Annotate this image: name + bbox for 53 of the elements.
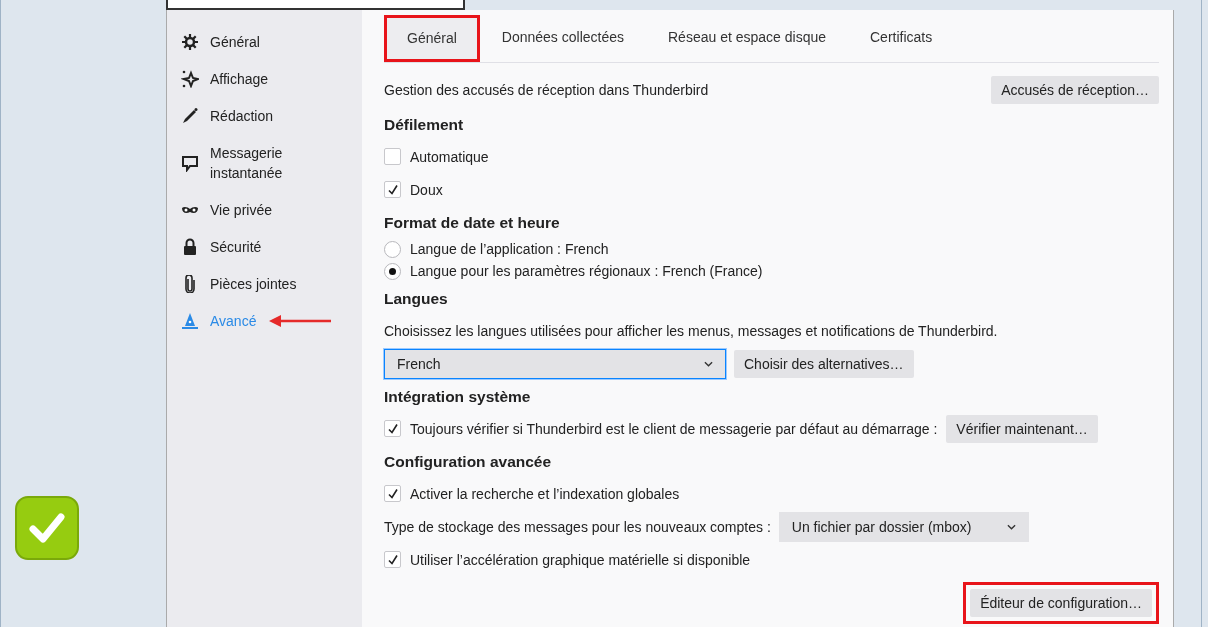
- radio-button[interactable]: [384, 240, 401, 258]
- sidebar-item[interactable]: Affichage: [181, 69, 305, 89]
- checkmark-icon: [387, 184, 398, 195]
- checkbox-label: Utiliser l’accélération graphique matérielle si disponible: [410, 551, 751, 568]
- gear-icon: [181, 33, 199, 51]
- section-heading: Langues: [384, 289, 449, 309]
- sparkle-icon: [181, 70, 199, 88]
- check-badge-icon: [15, 496, 79, 560]
- sidebar-item[interactable]: Sécurité: [181, 237, 305, 257]
- padlock-icon: [181, 238, 199, 256]
- checkbox-label: Automatique: [410, 148, 489, 165]
- tab[interactable]: Certificats: [848, 15, 955, 62]
- checkbox[interactable]: [384, 420, 401, 437]
- checkbox[interactable]: [384, 181, 401, 198]
- sidebar-item[interactable]: Rédaction: [181, 106, 305, 126]
- section-heading: Configuration avancée: [384, 452, 553, 472]
- checkbox-label: Doux: [410, 181, 443, 198]
- sidebar-item[interactable]: Messagerie instantanée: [181, 143, 305, 183]
- speech-bubble-icon: [181, 154, 199, 172]
- pencil-icon: [181, 107, 199, 125]
- section-heading: Défilement: [384, 115, 465, 135]
- description-text: Choisissez les langues utilisées pour afficher les menus, messages et notifications de Thunderbird.: [384, 322, 998, 339]
- checkmark-icon: [387, 554, 398, 565]
- section-heading: Intégration système: [384, 387, 532, 407]
- chevron-down-icon: [1006, 523, 1016, 530]
- description-text: Gestion des accusés de réception dans Thunderbird: [384, 81, 709, 98]
- mask-icon: [181, 205, 199, 215]
- sidebar-item[interactable]: Vie privée: [181, 200, 305, 220]
- storage-type-dropdown[interactable]: Un fichier par dossier (mbox): [778, 511, 1029, 542]
- receipts-button[interactable]: Accusés de réception…: [991, 75, 1159, 104]
- radio-button[interactable]: [384, 262, 401, 280]
- checkbox-label: Activer la recherche et l’indexation globales: [410, 485, 680, 502]
- sidebar-item[interactable]: Pièces jointes: [181, 274, 305, 294]
- wizard-hat-icon: [181, 312, 199, 330]
- tab[interactable]: Général: [384, 15, 480, 62]
- checkmark-icon: [387, 488, 398, 499]
- checkbox[interactable]: [384, 551, 401, 568]
- language-dropdown[interactable]: French: [384, 348, 726, 379]
- checkmark-icon: [387, 423, 398, 434]
- tab[interactable]: Réseau et espace disque: [646, 15, 848, 62]
- check-now-button[interactable]: Vérifier maintenant…: [946, 414, 1098, 443]
- checkbox[interactable]: [384, 485, 401, 502]
- sidebar-item[interactable]: Général: [181, 32, 305, 52]
- alternatives-button[interactable]: Choisir des alternatives…: [734, 349, 914, 378]
- checkbox[interactable]: [384, 148, 401, 165]
- chevron-down-icon: [704, 360, 713, 367]
- checkbox-label: Toujours vérifier si Thunderbird est le client de messagerie par défaut au démarrage :: [410, 420, 938, 437]
- config-editor-button[interactable]: Éditeur de configuration…: [970, 589, 1152, 617]
- section-heading: Format de date et heure: [384, 213, 561, 233]
- radio-label: Langue de l’application : French: [410, 241, 609, 257]
- tab[interactable]: Données collectées: [479, 15, 646, 62]
- radio-label: Langue pour les paramètres régionaux : French (France): [410, 263, 763, 279]
- storage-type-label: Type de stockage des messages pour les nouveaux comptes :: [384, 518, 771, 535]
